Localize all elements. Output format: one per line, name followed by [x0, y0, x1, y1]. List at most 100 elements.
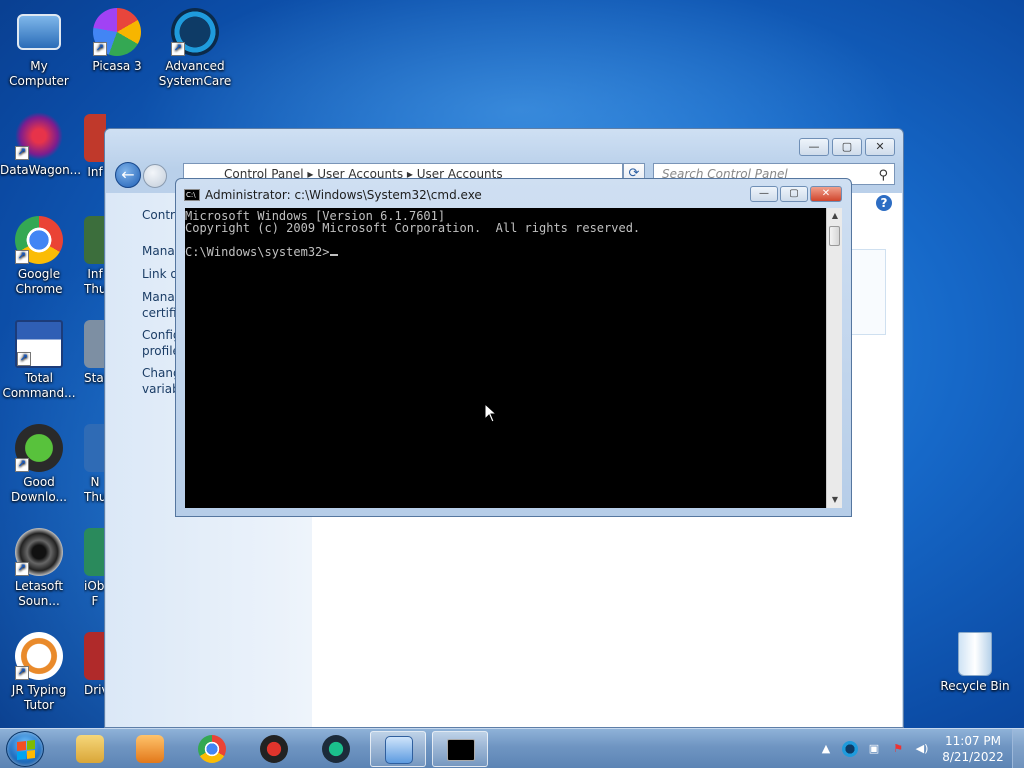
shortcut-arrow-icon: ↗	[17, 352, 31, 366]
desktop-icon-advanced-systemcare[interactable]: ↗ Advanced SystemCare	[156, 8, 234, 89]
cmd-titlebar[interactable]: C:\ Administrator: c:\Windows\System32\c…	[184, 186, 482, 204]
folder-icon	[76, 735, 104, 763]
show-hidden-icons-icon[interactable]: ▲	[818, 741, 834, 757]
desktop-icon-good-download[interactable]: ↗ Good Downlo...	[0, 424, 78, 505]
datawagon-icon: ↗	[15, 112, 63, 160]
desktop-icon-label: Letasoft Soun...	[14, 579, 64, 608]
console-prompt: C:\Windows\system32>	[185, 245, 330, 259]
chrome-icon: ↗	[15, 216, 63, 264]
shortcut-arrow-icon: ↗	[15, 666, 29, 680]
desktop-icon-my-computer[interactable]: My Computer	[0, 8, 78, 89]
partial-app-icon	[84, 320, 106, 368]
desktop-icon-label: Total Command...	[2, 371, 76, 400]
desktop-icon-partial[interactable]: Drive	[84, 632, 106, 698]
mouse-pointer-icon	[484, 403, 498, 423]
task-link[interactable]: Chang variab	[142, 365, 181, 397]
window-caption-buttons: — ▢ ✕	[750, 186, 842, 202]
desktop-icon-label: iObi F	[84, 579, 106, 608]
typing-tutor-icon: ↗	[15, 632, 63, 680]
back-arrow-icon[interactable]: ←	[115, 162, 141, 188]
cmd-window[interactable]: C:\ Administrator: c:\Windows\System32\c…	[175, 178, 852, 517]
close-button[interactable]: ✕	[810, 186, 842, 202]
desktop-icon-total-commander[interactable]: ↗ Total Command...	[0, 320, 78, 401]
taskbar: ▲ ▣ ⚑ ◀) 11:07 PM 8/21/2022	[0, 728, 1024, 768]
cmd-icon	[447, 739, 475, 761]
show-desktop-button[interactable]	[1012, 729, 1024, 768]
desktop-icon-label: My Computer	[9, 59, 69, 88]
partial-app-icon	[84, 424, 106, 472]
desktop-icon-google-chrome[interactable]: ↗ Google Chrome	[0, 216, 78, 297]
desktop-icon-datawagon[interactable]: ↗ DataWagon...	[0, 112, 82, 178]
console-output[interactable]: Microsoft Windows [Version 6.1.7601] Copy…	[185, 208, 826, 508]
console-prompt-line: C:\Windows\system32>	[185, 246, 826, 258]
forward-arrow-icon[interactable]	[143, 164, 167, 188]
desktop-icon-partial[interactable]: iObi F	[84, 528, 106, 609]
desktop-icon-label: N Thu	[84, 475, 106, 504]
taskbar-cmd[interactable]	[432, 731, 488, 767]
taskbar-control-panel[interactable]	[370, 731, 426, 767]
desktop-icon-label: DataWagon...	[0, 163, 82, 177]
desktop-icon-letasoft-sound[interactable]: ↗ Letasoft Soun...	[0, 528, 78, 609]
taskbar-google-chrome[interactable]	[184, 731, 240, 767]
control-panel-icon	[385, 736, 413, 764]
scrollbar-thumb[interactable]	[829, 226, 840, 246]
cmd-app-icon: C:\	[184, 189, 200, 201]
action-center-flag-icon[interactable]: ⚑	[890, 741, 906, 757]
task-link[interactable]: Manag certific	[142, 289, 183, 321]
console-line: Copyright (c) 2009 Microsoft Corporation…	[185, 221, 641, 235]
shortcut-arrow-icon: ↗	[15, 458, 29, 472]
partial-app-icon	[84, 216, 106, 264]
chrome-icon	[198, 735, 226, 763]
volume-icon[interactable]: ◀)	[914, 741, 930, 757]
minimize-button[interactable]: —	[750, 186, 778, 202]
taskbar-file-explorer[interactable]	[62, 731, 118, 767]
media-player-icon	[136, 735, 164, 763]
desktop-icon-partial[interactable]: Inf Thu	[84, 216, 106, 297]
speaker-icon: ↗	[15, 528, 63, 576]
taskbar-driver-app[interactable]	[308, 731, 364, 767]
desktop-icon-label: Inf Thu	[84, 267, 106, 296]
desktop-icon-label: Advanced SystemCare	[158, 59, 232, 88]
vertical-scrollbar[interactable]: ▲ ▼	[826, 208, 842, 508]
scroll-up-arrow-icon[interactable]: ▲	[827, 208, 843, 224]
advanced-systemcare-icon: ↗	[171, 8, 219, 56]
desktop-icon-jr-typing-tutor[interactable]: ↗ JR Typing Tutor	[0, 632, 78, 713]
desktop-icon-label: Star	[84, 371, 106, 385]
download-arrow-icon: ↗	[15, 424, 63, 472]
task-link[interactable]: Config profile	[142, 327, 181, 359]
window-title: Administrator: c:\Windows\System32\cmd.e…	[205, 188, 482, 202]
scroll-down-arrow-icon[interactable]: ▼	[827, 492, 843, 508]
partial-app-icon	[84, 632, 106, 680]
start-button[interactable]	[6, 731, 44, 767]
shortcut-arrow-icon: ↗	[171, 42, 185, 56]
partial-app-icon	[84, 114, 106, 162]
taskbar-media-player[interactable]	[122, 731, 178, 767]
desktop-icon-label: JR Typing Tutor	[11, 683, 67, 712]
window-caption-buttons: — ▢ ✕	[799, 138, 895, 156]
network-icon[interactable]: ▣	[866, 741, 882, 757]
desktop-icon-label: Good Downlo...	[11, 475, 67, 504]
search-icon: ⚲	[878, 168, 888, 183]
maximize-button[interactable]: ▢	[780, 186, 808, 202]
desktop-icon-partial[interactable]: Star	[84, 320, 106, 386]
clock[interactable]: 11:07 PM 8/21/2022	[934, 733, 1012, 765]
system-tray: ▲ ▣ ⚑ ◀) 11:07 PM 8/21/2022	[814, 729, 1024, 768]
shortcut-arrow-icon: ↗	[15, 562, 29, 576]
recycle-bin-icon	[958, 632, 992, 676]
windows-logo-icon	[17, 740, 35, 760]
computer-icon	[17, 14, 61, 50]
advanced-systemcare-tray-icon[interactable]	[842, 741, 858, 757]
shortcut-arrow-icon: ↗	[15, 250, 29, 264]
driver-icon	[322, 735, 350, 763]
minimize-button[interactable]: —	[799, 138, 829, 156]
desktop-icon-recycle-bin[interactable]: Recycle Bin	[936, 632, 1014, 694]
maximize-button[interactable]: ▢	[832, 138, 862, 156]
close-button[interactable]: ✕	[865, 138, 895, 156]
shield-icon	[260, 735, 288, 763]
text-cursor	[329, 246, 338, 256]
desktop-icon-picasa[interactable]: ↗ Picasa 3	[78, 8, 156, 74]
taskbar-security-app[interactable]	[246, 731, 302, 767]
help-icon[interactable]: ?	[876, 195, 892, 211]
desktop-icon-partial[interactable]: N Thu	[84, 424, 106, 505]
desktop-icon-partial[interactable]: Inf	[84, 114, 106, 180]
